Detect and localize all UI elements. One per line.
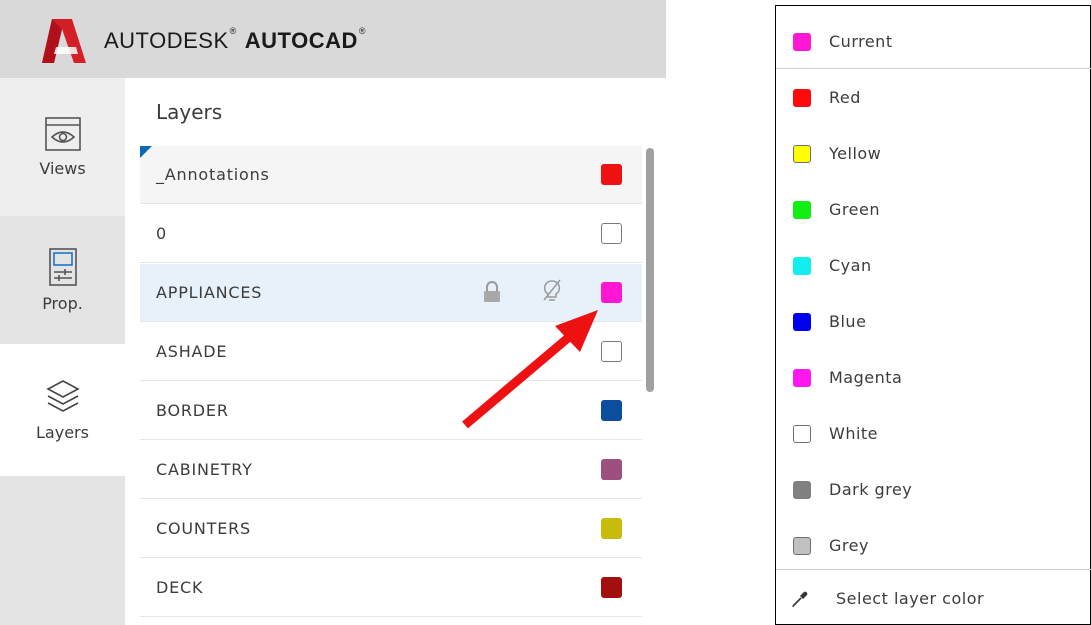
color-option-label: Dark grey: [829, 480, 913, 499]
eyedropper-icon: [792, 591, 808, 607]
rail-item-properties[interactable]: Prop.: [0, 216, 125, 344]
layer-color-swatch[interactable]: [601, 518, 622, 539]
color-option-label: Cyan: [829, 256, 872, 275]
color-option-label: Red: [829, 88, 861, 107]
layer-row-deck[interactable]: DECK: [140, 559, 642, 617]
layers-panel: Layers _Annotations 0 APPLIANCES ASHADE …: [125, 78, 666, 625]
color-option-label: Current: [829, 32, 893, 51]
autocad-app: AUTODESK® AUTOCAD® Views Prop. Layers La…: [0, 0, 666, 625]
layer-color-swatch[interactable]: [601, 459, 622, 480]
layer-name: BORDER: [156, 401, 229, 420]
color-chip: [793, 145, 811, 163]
layer-name: APPLIANCES: [156, 283, 263, 302]
color-chip: [793, 481, 811, 499]
select-layer-color-label: Select layer color: [836, 589, 985, 608]
rail-item-layers[interactable]: Layers: [0, 344, 125, 476]
properties-icon: [48, 247, 77, 286]
color-option-blue[interactable]: Blue: [776, 294, 1091, 350]
layer-row-0[interactable]: 0: [140, 205, 642, 263]
layer-row-cabinetry[interactable]: CABINETRY: [140, 441, 642, 499]
color-chip: [793, 537, 811, 555]
color-option-white[interactable]: White: [776, 406, 1091, 462]
color-chip: [793, 313, 811, 331]
layer-color-swatch[interactable]: [601, 341, 622, 362]
layer-color-menu: Current Red Yellow Green Cyan Blue Magen…: [775, 5, 1091, 625]
rail-label-properties: Prop.: [42, 293, 83, 313]
menu-divider: [776, 569, 1091, 570]
layer-color-swatch[interactable]: [601, 164, 622, 185]
color-option-current[interactable]: Current: [776, 14, 1091, 70]
layer-color-swatch[interactable]: [601, 223, 622, 244]
brand-product: AUTOCAD: [244, 28, 358, 53]
color-option-label: Magenta: [829, 368, 903, 387]
rail-label-views: Views: [39, 158, 86, 178]
color-option-label: Blue: [829, 312, 867, 331]
layer-name: _Annotations: [156, 165, 270, 184]
layer-list-scrollbar[interactable]: [643, 146, 657, 625]
layer-name: DECK: [156, 578, 204, 597]
brand-name: AUTODESK® AUTOCAD®: [104, 26, 366, 54]
color-option-label: Grey: [829, 536, 869, 555]
rail-label-layers: Layers: [36, 422, 89, 442]
layer-row-ashade[interactable]: ASHADE: [140, 323, 642, 381]
layer-row-appliances[interactable]: APPLIANCES: [140, 264, 642, 322]
layer-color-swatch[interactable]: [601, 400, 622, 421]
layer-list: _Annotations 0 APPLIANCES ASHADE BORDER …: [140, 146, 642, 625]
color-option-label: Yellow: [829, 144, 882, 163]
color-option-yellow[interactable]: Yellow: [776, 126, 1091, 182]
layer-name: COUNTERS: [156, 519, 252, 538]
color-chip: [793, 89, 811, 107]
color-option-magenta[interactable]: Magenta: [776, 350, 1091, 406]
layer-row-annotations[interactable]: _Annotations: [140, 146, 642, 204]
menu-divider: [776, 68, 1091, 69]
rail-item-views[interactable]: Views: [0, 78, 125, 216]
brand-registered-mark: ®: [229, 26, 237, 36]
brand-registered-mark: ®: [358, 26, 366, 36]
layer-name: ASHADE: [156, 342, 228, 361]
layers-icon: [45, 379, 80, 412]
rail-filler: [0, 476, 125, 625]
layers-panel-title: Layers: [156, 100, 223, 124]
current-layer-marker-icon: [140, 146, 152, 158]
color-chip: [793, 425, 811, 443]
layer-name: CABINETRY: [156, 460, 253, 479]
layer-color-swatch[interactable]: [601, 282, 622, 303]
color-option-dark-grey[interactable]: Dark grey: [776, 462, 1091, 518]
layer-color-swatch[interactable]: [601, 577, 622, 598]
color-option-cyan[interactable]: Cyan: [776, 238, 1091, 294]
layer-name: 0: [156, 224, 167, 243]
autocad-logo-icon: [42, 17, 86, 63]
layer-row-counters[interactable]: COUNTERS: [140, 500, 642, 558]
color-option-label: White: [829, 424, 879, 443]
lock-icon[interactable]: [482, 281, 502, 303]
eye-icon: [44, 116, 81, 151]
app-header: AUTODESK® AUTOCAD®: [0, 0, 666, 78]
color-chip: [793, 257, 811, 275]
select-layer-color-button[interactable]: Select layer color: [776, 571, 1091, 625]
color-option-grey[interactable]: Grey: [776, 518, 1091, 574]
brand-company: AUTODESK: [104, 28, 229, 53]
side-rail: Views Prop. Layers: [0, 78, 125, 625]
color-chip: [793, 201, 811, 219]
layer-row-border[interactable]: BORDER: [140, 382, 642, 440]
color-option-label: Green: [829, 200, 880, 219]
color-option-red[interactable]: Red: [776, 70, 1091, 126]
lightbulb-off-icon[interactable]: [540, 278, 564, 304]
color-option-green[interactable]: Green: [776, 182, 1091, 238]
color-chip: [793, 33, 811, 51]
scrollbar-thumb[interactable]: [646, 148, 654, 392]
color-chip: [793, 369, 811, 387]
